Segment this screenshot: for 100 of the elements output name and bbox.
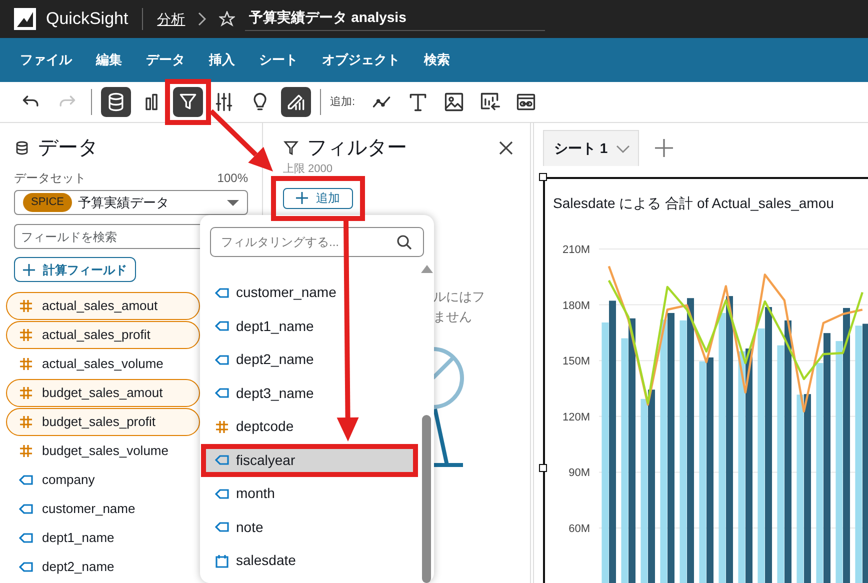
line-series[interactable] bbox=[608, 266, 863, 412]
y-axis-label: 150M bbox=[562, 356, 590, 368]
menu-field-item[interactable]: dept3_name bbox=[201, 376, 418, 410]
hash-icon bbox=[19, 386, 33, 400]
bar[interactable] bbox=[648, 390, 655, 583]
field-item[interactable]: actual_sales_volume bbox=[6, 350, 200, 378]
field-item[interactable]: company bbox=[6, 466, 200, 494]
bar[interactable] bbox=[843, 308, 850, 583]
bar[interactable] bbox=[726, 296, 733, 583]
scrollbar-thumb[interactable] bbox=[422, 415, 431, 583]
scroll-up-icon[interactable] bbox=[421, 265, 433, 273]
embed-icon bbox=[515, 91, 538, 113]
bar[interactable] bbox=[784, 320, 792, 583]
field-item[interactable]: customer_name bbox=[6, 495, 200, 523]
tag-icon bbox=[215, 386, 229, 400]
dataset-percent: 100% bbox=[217, 170, 248, 187]
hash-icon bbox=[19, 328, 33, 342]
tag-icon bbox=[19, 473, 33, 487]
tag-icon bbox=[215, 319, 229, 334]
panel-title: データ bbox=[38, 136, 98, 161]
hash-icon bbox=[215, 420, 229, 434]
menu-item[interactable]: 検索 bbox=[424, 50, 450, 70]
field-item[interactable]: budget_sales_profit bbox=[6, 408, 200, 436]
menu-item[interactable]: 編集 bbox=[96, 50, 122, 70]
bar[interactable] bbox=[746, 348, 752, 583]
bar[interactable] bbox=[628, 318, 636, 583]
chevron-down-icon[interactable] bbox=[616, 144, 630, 152]
calculated-field-button[interactable]: 計算フィールド bbox=[14, 257, 136, 282]
menu-field-item[interactable]: customer_name bbox=[201, 276, 418, 310]
pencil-chart-button[interactable] bbox=[281, 87, 311, 117]
resize-handle[interactable] bbox=[539, 464, 547, 472]
plus-icon bbox=[23, 264, 35, 276]
y-axis-label: 120M bbox=[562, 411, 590, 424]
image-icon bbox=[443, 91, 466, 113]
hash-icon bbox=[19, 299, 33, 313]
field-item[interactable]: budget_sales_volume bbox=[6, 437, 200, 465]
menu-field-item[interactable]: note bbox=[201, 510, 418, 544]
tag-icon bbox=[215, 486, 229, 501]
database-button[interactable] bbox=[101, 87, 131, 117]
tag-icon bbox=[215, 453, 229, 468]
add-label: 追加: bbox=[330, 94, 356, 110]
menu-field-item[interactable]: dept2_name bbox=[201, 343, 418, 376]
add-sheet-icon[interactable] bbox=[654, 139, 673, 157]
field-item[interactable]: dept1_name bbox=[6, 524, 200, 552]
line-series[interactable] bbox=[608, 280, 864, 404]
product-name: QuickSight bbox=[46, 8, 128, 30]
menu-field-item[interactable]: dept1_name bbox=[201, 310, 418, 343]
sheet-tab[interactable]: シート 1 bbox=[543, 130, 639, 166]
logo-icon bbox=[14, 8, 36, 30]
hash-icon bbox=[19, 357, 33, 371]
filter-button[interactable] bbox=[173, 87, 203, 117]
panel-title: フィルター bbox=[307, 136, 408, 161]
menu-field-item[interactable]: salesdate bbox=[201, 544, 418, 578]
sliders-icon bbox=[213, 91, 235, 113]
field-item[interactable]: dept2_name bbox=[6, 553, 200, 581]
annotation-arrow bbox=[209, 109, 273, 172]
resize-handle[interactable] bbox=[539, 173, 547, 181]
menu-item[interactable]: ファイル bbox=[20, 50, 72, 70]
dataset-name: 予算実績データ bbox=[78, 194, 170, 212]
tag-icon bbox=[19, 560, 33, 574]
chart-insight-icon bbox=[479, 91, 502, 113]
field-item[interactable]: budget_sales_amout bbox=[6, 379, 200, 407]
analysis-title[interactable]: 予算実績データ analysis bbox=[245, 7, 546, 31]
filter-limit: 上限 2000 bbox=[283, 162, 334, 177]
menu-field-item[interactable]: month bbox=[201, 477, 418, 510]
field-item[interactable]: actual_sales_amout bbox=[6, 292, 200, 320]
dataset-select[interactable]: SPICE 予算実績データ bbox=[14, 190, 248, 215]
hash-icon bbox=[19, 415, 33, 429]
menu-item[interactable]: シート bbox=[259, 50, 298, 70]
hash-icon bbox=[19, 444, 33, 458]
dataset-label: データセット bbox=[14, 170, 86, 187]
add-filter-button[interactable]: 追加 bbox=[283, 188, 353, 208]
plus-icon bbox=[296, 192, 308, 204]
search-icon[interactable] bbox=[396, 234, 412, 250]
close-icon[interactable] bbox=[498, 140, 514, 156]
menu-item[interactable]: データ bbox=[146, 50, 185, 70]
menu-field-item[interactable]: deptcode bbox=[201, 410, 418, 444]
y-axis-label: 90M bbox=[568, 467, 590, 480]
tag-icon bbox=[215, 352, 229, 367]
filter-icon bbox=[283, 140, 299, 156]
field-item[interactable]: actual_sales_profit bbox=[6, 321, 200, 349]
breadcrumb-link[interactable]: 分析 bbox=[157, 8, 186, 30]
calendar-icon bbox=[215, 554, 229, 568]
visual-title: Salesdate による 合計 of Actual_sales_amou bbox=[552, 194, 835, 213]
database-icon bbox=[14, 140, 30, 156]
spice-badge: SPICE bbox=[23, 193, 72, 212]
y-axis-label: 210M bbox=[562, 244, 590, 256]
y-axis-label: 60M bbox=[568, 523, 590, 535]
bar[interactable] bbox=[804, 394, 811, 583]
tag-icon bbox=[215, 286, 229, 300]
tag-icon bbox=[19, 531, 33, 545]
filter-search-field[interactable]: フィルタリングする... bbox=[210, 227, 424, 257]
y-axis-label: 180M bbox=[562, 300, 590, 312]
tag-icon bbox=[215, 520, 229, 534]
star-icon[interactable] bbox=[219, 11, 236, 27]
caret-icon bbox=[227, 200, 239, 206]
menu-item[interactable]: 挿入 bbox=[209, 50, 235, 70]
tag-icon bbox=[19, 502, 33, 516]
menu-item[interactable]: オブジェクト bbox=[322, 50, 400, 70]
bar[interactable] bbox=[687, 298, 694, 583]
